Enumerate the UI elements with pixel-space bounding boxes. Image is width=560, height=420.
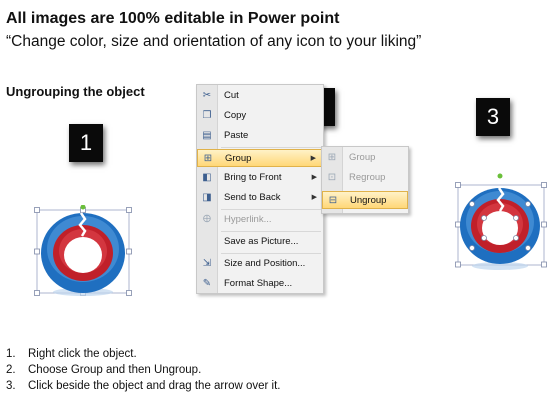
menu-item-label: Bring to Front — [224, 172, 282, 183]
menu-item-label: Hyperlink... — [224, 214, 272, 225]
menu-item-label: Format Shape... — [224, 278, 293, 289]
ungrouped-ring-diagram[interactable] — [452, 172, 548, 272]
instruction-step-2: 2. Choose Group and then Ungroup. — [6, 362, 281, 378]
grouped-ring-diagram[interactable] — [33, 205, 133, 300]
submenu-arrow-icon: ▶ — [311, 174, 317, 181]
rotate-handle[interactable] — [497, 173, 503, 179]
step-text: Click beside the object and drag the arr… — [28, 380, 281, 392]
menu-item-label: Size and Position... — [224, 258, 306, 269]
context-menu: ✂ Cut ❐ Copy ▤ Paste ⊞ Group ▶ ◧ Bring t… — [196, 84, 324, 294]
menu-item-label: Group — [225, 153, 252, 164]
group-submenu: ⊞ Group ⊡ Regroup ⊟ Ungroup — [321, 146, 409, 214]
copy-icon: ❐ — [202, 110, 212, 121]
size-position-icon: ⇲ — [202, 258, 212, 269]
menu-item-label: Group — [349, 152, 376, 163]
menu-item-save-as-picture[interactable]: Save as Picture... — [197, 233, 323, 251]
submenu-arrow-icon: ▶ — [311, 194, 317, 201]
menu-separator — [221, 253, 321, 254]
menu-item-label: Regroup — [349, 172, 386, 183]
step-number: 3. — [6, 380, 16, 392]
section-title: Ungrouping the object — [6, 84, 145, 99]
menu-separator — [221, 231, 321, 232]
menu-item-label: Copy — [224, 110, 247, 121]
submenu-item-group[interactable]: ⊞ Group — [322, 149, 408, 167]
submenu-item-regroup[interactable]: ⊡ Regroup — [322, 169, 408, 187]
menu-item-label: Send to Back — [224, 192, 281, 203]
menu-item-cut[interactable]: ✂ Cut — [197, 87, 323, 105]
scissors-icon: ✂ — [202, 90, 212, 101]
menu-item-group[interactable]: ⊞ Group ▶ — [197, 149, 323, 167]
ring-hole — [64, 237, 102, 273]
hyperlink-icon: 🜨 — [202, 214, 212, 225]
instruction-step-3: 3. Click beside the object and drag the a… — [6, 378, 281, 394]
menu-item-send-to-back[interactable]: ◨ Send to Back ▶ — [197, 189, 323, 207]
menu-item-bring-to-front[interactable]: ◧ Bring to Front ▶ — [197, 169, 323, 187]
ring-hole — [482, 211, 518, 245]
menu-separator — [221, 209, 321, 210]
menu-item-format-shape[interactable]: ✎ Format Shape... — [197, 275, 323, 293]
menu-item-copy[interactable]: ❐ Copy — [197, 107, 323, 125]
step-text: Choose Group and then Ungroup. — [28, 364, 202, 376]
send-back-icon: ◨ — [202, 192, 212, 203]
submenu-arrow-icon: ▶ — [310, 155, 316, 162]
step-text: Right click the object. — [28, 348, 137, 360]
step-number: 2. — [6, 364, 16, 376]
instruction-step-1: 1. Right click the object. — [6, 346, 281, 362]
menu-item-label: Save as Picture... — [224, 236, 299, 247]
step-badge-3: 3 — [476, 98, 510, 136]
ungroup-icon: ⊟ — [328, 195, 338, 206]
menu-separator — [221, 147, 321, 148]
group-icon: ⊞ — [203, 153, 213, 164]
menu-item-size-and-position[interactable]: ⇲ Size and Position... — [197, 255, 323, 273]
format-shape-icon: ✎ — [202, 278, 212, 289]
menu-item-hyperlink[interactable]: 🜨 Hyperlink... — [197, 211, 323, 229]
menu-item-label: Ungroup — [350, 195, 387, 206]
regroup-icon: ⊡ — [327, 172, 337, 183]
step-badge-1: 1 — [69, 124, 103, 162]
group-icon: ⊞ — [327, 152, 337, 163]
submenu-item-ungroup[interactable]: ⊟ Ungroup — [322, 191, 408, 209]
step-number: 1. — [6, 348, 16, 360]
menu-item-label: Paste — [224, 130, 249, 141]
paste-icon: ▤ — [202, 130, 212, 141]
page-title: All images are 100% editable in Power po… — [6, 10, 340, 27]
bring-front-icon: ◧ — [202, 172, 212, 183]
page-subtitle: “Change color, size and orientation of a… — [6, 33, 422, 50]
menu-item-paste[interactable]: ▤ Paste — [197, 127, 323, 145]
menu-item-label: Cut — [224, 90, 239, 101]
instruction-list: 1. Right click the object. 2. Choose Group… — [6, 346, 281, 394]
